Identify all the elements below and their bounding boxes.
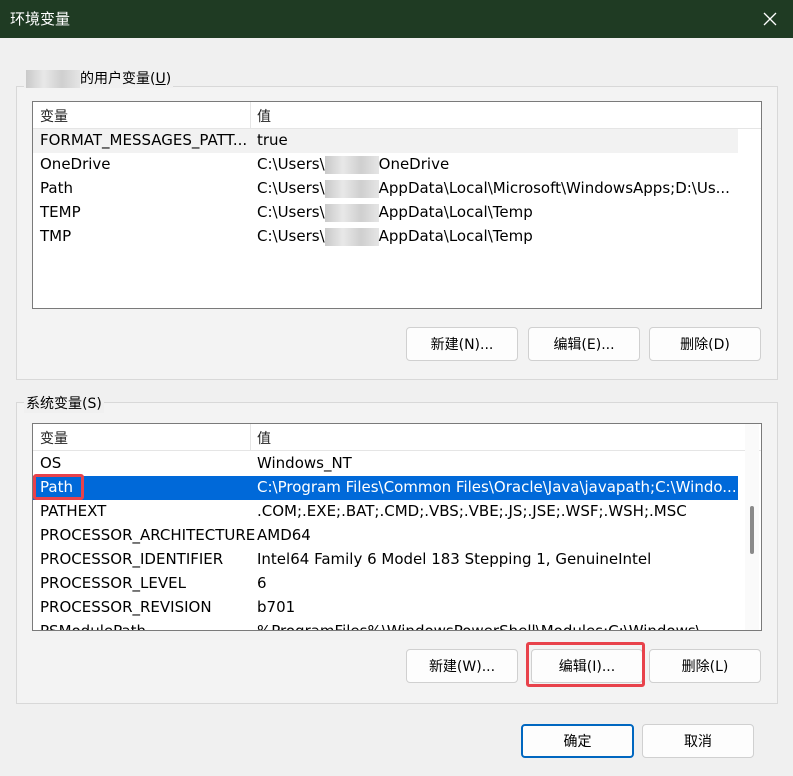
table-row[interactable]: PROCESSOR_REVISION b701 xyxy=(33,596,738,620)
cancel-button[interactable]: 取消 xyxy=(642,724,754,758)
col-variable[interactable]: 变量 xyxy=(40,106,68,126)
col-separator[interactable] xyxy=(250,424,251,450)
redacted-username xyxy=(324,227,379,246)
user-vars-label: 的用户变量(U) xyxy=(24,68,174,88)
table-row[interactable]: OS Windows_NT xyxy=(33,452,738,476)
row-name: PROCESSOR_IDENTIFIER xyxy=(40,550,224,568)
redacted-username xyxy=(324,203,379,222)
table-row[interactable]: PROCESSOR_LEVEL 6 xyxy=(33,572,738,596)
row-name: PROCESSOR_ARCHITECTURE xyxy=(40,526,256,544)
row-name: Path xyxy=(40,179,73,197)
row-name: FORMAT_MESSAGES_PATT... xyxy=(40,131,248,149)
user-delete-button[interactable]: 删除(D) xyxy=(649,327,761,361)
system-vars-scrollbar[interactable] xyxy=(745,424,759,630)
redacted-username xyxy=(324,179,379,198)
col-variable[interactable]: 变量 xyxy=(40,428,68,448)
row-value: C:\Users\ AppData\Local\Temp xyxy=(257,203,533,222)
row-name: PSModulePath xyxy=(40,622,147,631)
row-name: OneDrive xyxy=(40,155,111,173)
table-row[interactable]: PATHEXT .COM;.EXE;.BAT;.CMD;.VBS;.VBE;.J… xyxy=(33,500,738,524)
col-value[interactable]: 值 xyxy=(257,428,271,448)
table-row[interactable]: TMP C:\Users\ AppData\Local\Temp xyxy=(33,225,761,249)
system-delete-button[interactable]: 删除(L) xyxy=(649,649,761,683)
row-value: 6 xyxy=(257,574,267,592)
table-row[interactable]: PROCESSOR_IDENTIFIER Intel64 Family 6 Mo… xyxy=(33,548,738,572)
table-row[interactable]: Path C:\Users\ AppData\Local\Microsoft\Wi… xyxy=(33,177,761,201)
row-value: .COM;.EXE;.BAT;.CMD;.VBS;.VBE;.JS;.JSE;.… xyxy=(257,502,687,520)
user-edit-button[interactable]: 编辑(E)... xyxy=(528,327,640,361)
row-name: PATHEXT xyxy=(40,502,107,520)
table-row[interactable]: OneDrive C:\Users\ OneDrive xyxy=(33,153,761,177)
window-title: 环境变量 xyxy=(10,10,71,28)
row-name: TMP xyxy=(40,227,72,245)
user-vars-header: 变量 值 xyxy=(33,102,761,129)
env-vars-dialog: 环境变量 的用户变量(U) 变量 值 FORMAT_MESSAGES_PATT.… xyxy=(0,0,793,776)
user-new-button[interactable]: 新建(N)... xyxy=(406,327,518,361)
user-vars-shortcut: U xyxy=(155,71,166,87)
user-vars-label-text: 的用户变量 xyxy=(80,71,150,87)
redacted-username xyxy=(324,155,379,174)
system-vars-header: 变量 值 xyxy=(33,424,761,451)
row-name: OS xyxy=(40,454,62,472)
row-name: PROCESSOR_REVISION xyxy=(40,598,212,616)
table-row[interactable]: FORMAT_MESSAGES_PATT... true xyxy=(33,129,738,153)
table-row-selected[interactable]: Path C:\Program Files\Common Files\Oracl… xyxy=(33,476,738,500)
close-button[interactable] xyxy=(747,0,793,38)
row-value: b701 xyxy=(257,598,296,616)
system-vars-list[interactable]: 变量 值 OS Windows_NT Path C:\Program Files… xyxy=(32,423,762,631)
scrollbar-thumb[interactable] xyxy=(750,506,754,554)
table-row[interactable]: TEMP C:\Users\ AppData\Local\Temp xyxy=(33,201,761,225)
system-new-button[interactable]: 新建(W)... xyxy=(406,649,518,683)
row-value: AMD64 xyxy=(257,526,311,544)
row-value: C:\Users\ AppData\Local\Microsoft\Windows… xyxy=(257,179,730,198)
title-bar: 环境变量 xyxy=(0,0,793,38)
row-value: C:\Users\ OneDrive xyxy=(257,155,450,174)
col-separator[interactable] xyxy=(250,102,251,128)
system-vars-label: 系统变量(S) xyxy=(24,393,104,413)
close-icon xyxy=(763,12,777,26)
row-name: TEMP xyxy=(40,203,81,221)
row-value: Windows_NT xyxy=(257,454,352,472)
table-row[interactable]: PSModulePath %ProgramFiles%\WindowsPower… xyxy=(33,620,738,631)
row-value: true xyxy=(257,131,288,149)
row-value: C:\Users\ AppData\Local\Temp xyxy=(257,227,533,246)
col-value[interactable]: 值 xyxy=(257,106,271,126)
ok-button[interactable]: 确定 xyxy=(521,724,634,758)
row-name: PROCESSOR_LEVEL xyxy=(40,574,186,592)
user-vars-list[interactable]: 变量 值 FORMAT_MESSAGES_PATT... true OneDri… xyxy=(32,101,762,309)
table-row[interactable]: PROCESSOR_ARCHITECTURE AMD64 xyxy=(33,524,738,548)
row-value: %ProgramFiles%\WindowsPowerShell\Modules… xyxy=(257,622,716,631)
row-value: C:\Program Files\Common Files\Oracle\Jav… xyxy=(257,478,737,496)
redacted-username xyxy=(26,70,80,88)
edit-button-highlight xyxy=(526,642,645,687)
path-row-highlight xyxy=(33,474,84,500)
row-value: Intel64 Family 6 Model 183 Stepping 1, G… xyxy=(257,550,652,568)
